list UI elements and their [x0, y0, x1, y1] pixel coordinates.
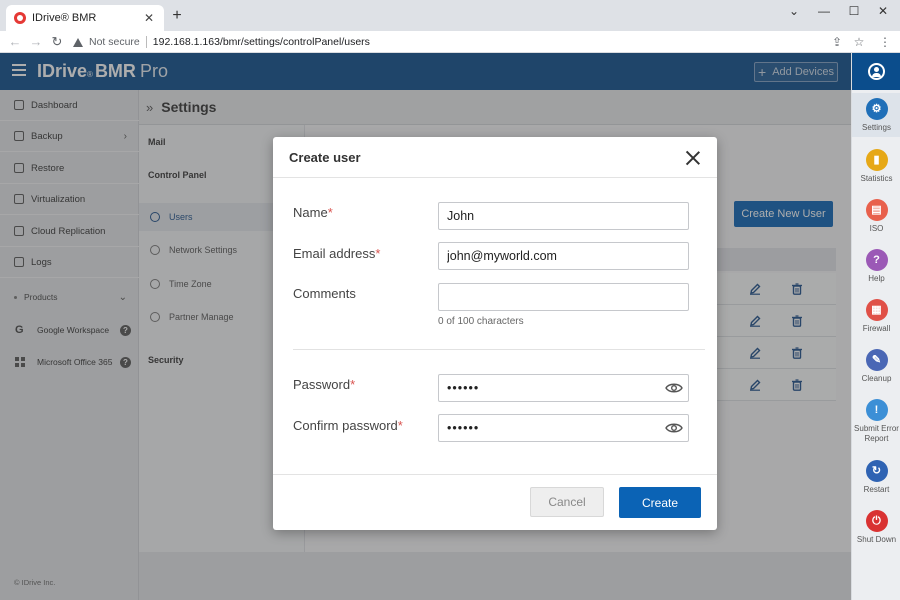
settings-icon: ⚙	[865, 98, 888, 120]
rail-item-iso[interactable]: ▤ ISO	[852, 194, 900, 238]
email-input[interactable]	[438, 242, 689, 270]
menu-kebab-icon[interactable]: ⋮	[877, 34, 893, 50]
omnibox-separator	[145, 36, 147, 48]
create-user-dialog: Create user Name* Email address* Comment…	[273, 137, 717, 530]
name-input[interactable]	[438, 202, 689, 230]
create-button[interactable]: Create	[619, 487, 701, 518]
close-icon[interactable]	[685, 150, 701, 166]
rail-label: Cleanup	[861, 374, 892, 383]
rail-item-restart[interactable]: ↻ Restart	[852, 455, 900, 499]
dialog-title: Create user	[289, 150, 361, 165]
confirm-password-label: Confirm password*	[293, 418, 403, 433]
comments-input[interactable]	[438, 283, 689, 311]
rail-item-cleanup[interactable]: ✎ Cleanup	[852, 344, 900, 388]
submit-error-report-icon: !	[865, 399, 888, 421]
rail-label: ISO	[869, 224, 884, 233]
required-mark: *	[397, 418, 403, 433]
rail-item-submit-error-report[interactable]: ! Submit Error Report	[852, 394, 900, 443]
statistics-icon: ▮	[865, 149, 888, 171]
password-label-text: Password	[293, 377, 351, 392]
eye-icon[interactable]	[665, 382, 683, 394]
bookmark-star-icon[interactable]: ☆	[851, 34, 867, 50]
tab-close-icon[interactable]: ✕	[142, 11, 156, 25]
rail-label: Settings	[862, 123, 891, 132]
idrive-favicon-icon	[14, 12, 26, 24]
minimize-icon[interactable]: —	[814, 4, 834, 20]
name-label-text: Name	[293, 205, 328, 220]
chevron-down-icon[interactable]: ⌄	[784, 4, 804, 20]
cleanup-icon: ✎	[865, 349, 888, 371]
form-divider	[293, 349, 705, 350]
rail-item-settings[interactable]: ⚙ Settings	[852, 93, 900, 137]
restart-icon: ↻	[865, 460, 888, 482]
browser-tab[interactable]: IDrive® BMR ✕	[6, 5, 164, 31]
rail-label: Statistics	[860, 174, 893, 183]
forward-icon[interactable]: →	[28, 34, 44, 50]
comments-label: Comments	[293, 286, 356, 301]
required-mark: *	[327, 205, 333, 220]
rail-label: Submit Error Report	[854, 424, 899, 443]
tab-title: IDrive® BMR	[32, 12, 97, 24]
rail-label: Restart	[863, 485, 890, 494]
confirm-password-input[interactable]	[438, 414, 689, 442]
url-text: 192.168.1.163/bmr/settings/controlPanel/…	[152, 36, 370, 48]
rail-item-shut-down[interactable]: ⏻ Shut Down	[852, 505, 900, 549]
firewall-icon: ▦	[865, 299, 888, 321]
reload-icon[interactable]: ↻	[49, 34, 65, 50]
name-label: Name*	[293, 205, 333, 220]
rail-top	[852, 53, 900, 90]
not-secure-label: Not secure	[89, 36, 140, 48]
required-mark: *	[375, 246, 381, 261]
rail-item-firewall[interactable]: ▦ Firewall	[852, 294, 900, 338]
close-window-icon[interactable]: ✕	[873, 4, 893, 20]
help-icon: ?	[865, 249, 888, 271]
rail-label: Firewall	[862, 324, 891, 333]
right-rail: ⚙ Settings ▮ Statistics ▤ ISO? Help ▦ Firewall ✎ C…	[851, 53, 900, 600]
address-bar: ← → ↻ Not secure 192.168.1.163/bmr/setti…	[0, 31, 900, 53]
back-icon[interactable]: ←	[7, 34, 23, 50]
warning-icon	[73, 37, 83, 47]
rail-label: Help	[868, 274, 885, 283]
maximize-icon[interactable]: ☐	[844, 4, 864, 20]
eye-icon[interactable]	[665, 422, 683, 434]
char-count: 0 of 100 characters	[438, 316, 524, 327]
rail-item-statistics[interactable]: ▮ Statistics	[852, 144, 900, 188]
required-mark: *	[350, 377, 356, 392]
cancel-button[interactable]: Cancel	[530, 487, 604, 517]
email-label: Email address*	[293, 246, 380, 261]
browser-tabstrip: IDrive® BMR ✕ + ⌄ — ☐ ✕	[0, 0, 900, 31]
dialog-header: Create user	[273, 137, 717, 178]
new-tab-button[interactable]: +	[169, 7, 185, 25]
url-field[interactable]: Not secure 192.168.1.163/bmr/settings/co…	[73, 33, 878, 51]
confirm-label-text: Confirm password	[293, 418, 398, 433]
iso-icon: ▤	[865, 199, 888, 221]
password-label: Password*	[293, 377, 355, 392]
email-label-text: Email address	[293, 246, 376, 261]
share-icon[interactable]: ⇪	[829, 34, 845, 50]
rail-label: Shut Down	[856, 535, 897, 544]
shut-down-icon: ⏻	[865, 510, 888, 532]
user-account-icon[interactable]	[868, 63, 885, 80]
password-input[interactable]	[438, 374, 689, 402]
rail-item-help[interactable]: ? Help	[852, 244, 900, 288]
